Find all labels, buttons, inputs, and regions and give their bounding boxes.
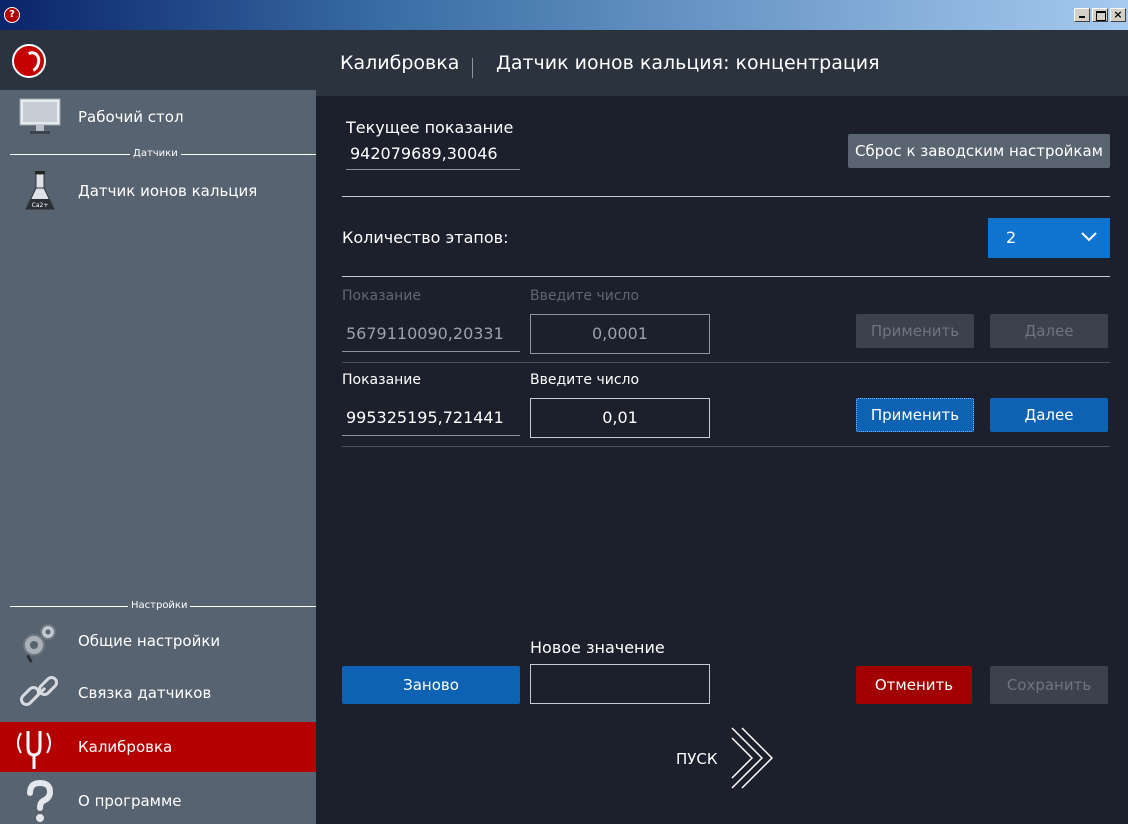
current-reading-label: Текущее показание bbox=[346, 118, 514, 137]
start-button[interactable]: ПУСК bbox=[672, 726, 782, 790]
sidebar-item-label: Общие настройки bbox=[78, 632, 221, 650]
sidebar-item-general-settings[interactable]: Общие настройки bbox=[0, 616, 316, 666]
sidebar-item-sensor-link[interactable]: Связка датчиков bbox=[0, 668, 316, 718]
app-icon: ? bbox=[4, 7, 20, 23]
stage-2-apply-button[interactable]: Применить bbox=[856, 398, 974, 432]
new-value-label: Новое значение bbox=[530, 638, 665, 657]
header-divider bbox=[472, 58, 473, 78]
stage-2-next-button[interactable]: Далее bbox=[990, 398, 1108, 432]
sidebar-item-label: Рабочий стол bbox=[78, 108, 184, 126]
question-icon bbox=[27, 779, 54, 822]
sidebar: Рабочий стол Датчики Ca2+ Датчик ионов к… bbox=[0, 30, 316, 824]
sidebar-item-label: Связка датчиков bbox=[78, 684, 212, 702]
row-divider bbox=[342, 446, 1110, 447]
stage-2-input-label: Введите число bbox=[530, 372, 640, 388]
stage-2-number-input[interactable]: 0,01 bbox=[530, 398, 710, 438]
sidebar-item-desktop[interactable]: Рабочий стол bbox=[0, 92, 316, 142]
stage-1-reading-label: Показание bbox=[342, 288, 422, 304]
window-controls: × bbox=[1072, 8, 1126, 22]
row-divider bbox=[342, 362, 1110, 363]
section-label-sensors: Датчики bbox=[130, 147, 181, 161]
section-divider bbox=[342, 196, 1110, 197]
chevron-down-icon bbox=[1081, 232, 1097, 242]
sidebar-logo-bar bbox=[0, 30, 316, 90]
stage-1-number-input[interactable]: 0,0001 bbox=[530, 314, 710, 354]
stages-count-value: 2 bbox=[1006, 228, 1017, 247]
page-title: Датчик ионов кальция: концентрация bbox=[496, 52, 880, 74]
factory-reset-button[interactable]: Сброс к заводским настройкам bbox=[848, 134, 1110, 168]
page-header: Калибровка Датчик ионов кальция: концент… bbox=[316, 30, 1128, 96]
stages-count-label: Количество этапов: bbox=[342, 228, 509, 247]
sidebar-item-calcium-sensor[interactable]: Ca2+ Датчик ионов кальция bbox=[0, 166, 316, 216]
maximize-button[interactable] bbox=[1092, 8, 1108, 22]
breadcrumb: Калибровка bbox=[340, 52, 460, 74]
window-titlebar: ? × bbox=[0, 0, 1128, 30]
stage-1-reading-value: 5679110090,20331 bbox=[342, 324, 520, 352]
sidebar-item-label: Калибровка bbox=[78, 738, 173, 756]
section-divider-settings: Настройки bbox=[10, 599, 316, 613]
save-button[interactable]: Сохранить bbox=[990, 666, 1108, 704]
sidebar-item-label: Датчик ионов кальция bbox=[78, 182, 258, 200]
stages-count-select[interactable]: 2 bbox=[988, 218, 1110, 258]
flask-badge-text: Ca2+ bbox=[32, 202, 49, 209]
monitor-icon bbox=[19, 98, 61, 134]
main-panel: Калибровка Датчик ионов кальция: концент… bbox=[316, 30, 1128, 824]
minimize-button[interactable] bbox=[1074, 8, 1090, 22]
double-chevron-right-icon bbox=[731, 727, 774, 789]
new-value-input[interactable] bbox=[530, 664, 710, 704]
stage-1-input-label: Введите число bbox=[530, 288, 640, 304]
cancel-button[interactable]: Отменить bbox=[856, 666, 972, 704]
stage-1-next-button[interactable]: Далее bbox=[990, 314, 1108, 348]
tuning-fork-icon bbox=[17, 731, 51, 769]
flask-icon: Ca2+ bbox=[25, 171, 55, 210]
stage-2-reading-value: 995325195,721441 bbox=[342, 408, 520, 436]
stage-2-reading-label: Показание bbox=[342, 372, 422, 388]
logo-icon[interactable] bbox=[12, 44, 46, 78]
close-button[interactable]: × bbox=[1110, 8, 1126, 22]
sidebar-item-about[interactable]: О программе bbox=[0, 776, 316, 824]
section-label-settings: Настройки bbox=[128, 599, 191, 613]
start-label: ПУСК bbox=[676, 750, 718, 768]
gears-icon bbox=[23, 624, 56, 663]
sidebar-item-label: О программе bbox=[78, 792, 182, 810]
current-reading-value: 942079689,30046 bbox=[346, 144, 520, 170]
section-divider-sensors: Датчики bbox=[10, 147, 316, 161]
close-icon: × bbox=[1113, 8, 1123, 21]
restart-button[interactable]: Заново bbox=[342, 666, 520, 704]
stage-1-apply-button[interactable]: Применить bbox=[856, 314, 974, 348]
sidebar-item-calibration[interactable]: Калибровка bbox=[0, 722, 316, 772]
link-icon bbox=[19, 675, 59, 707]
section-divider bbox=[342, 276, 1110, 277]
